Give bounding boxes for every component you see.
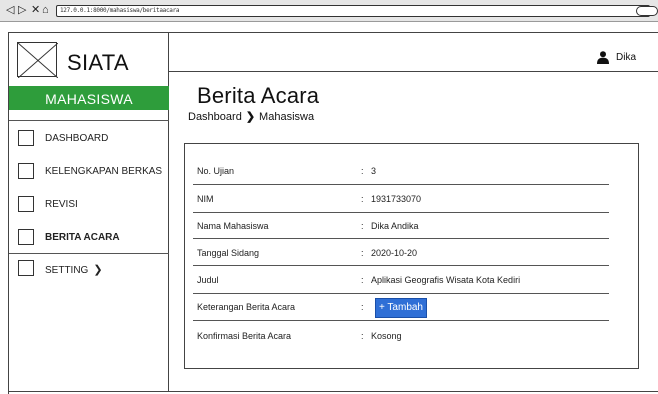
detail-value: Aplikasi Geografis Wisata Kota Kediri: [371, 275, 521, 285]
checkbox-icon: [18, 130, 34, 146]
sidebar-item-label: REVISI: [45, 199, 78, 210]
header-divider: [169, 71, 658, 72]
checkbox-icon: [18, 260, 34, 276]
add-berita-acara-button[interactable]: + Tambah: [375, 298, 427, 318]
detail-value: Dika Andika: [371, 221, 419, 231]
detail-label: Nama Mahasiswa: [197, 221, 269, 231]
sidebar-item-revisi[interactable]: REVISI: [18, 196, 168, 214]
row-divider: [193, 184, 609, 185]
detail-label: Keterangan Berita Acara: [197, 302, 296, 312]
forward-icon[interactable]: ▷: [18, 3, 26, 17]
detail-value: Kosong: [371, 331, 402, 341]
detail-colon: :: [361, 221, 364, 231]
home-icon[interactable]: ⌂: [42, 3, 49, 17]
sidebar-item-label: BERITA ACARA: [45, 232, 120, 243]
role-label: MAHASISWA: [45, 91, 133, 107]
detail-colon: :: [361, 302, 364, 312]
detail-value: 2020-10-20: [371, 248, 418, 258]
detail-value: 3: [371, 166, 377, 176]
window-bottom-edge: [8, 391, 658, 392]
detail-label: NIM: [197, 194, 214, 204]
row-divider: [193, 320, 609, 321]
app-title: SIATA: [67, 50, 129, 75]
address-bar[interactable]: 127.0.0.1:8000/mahasiswa/beritaacara: [56, 5, 650, 17]
detail-label: Judul: [197, 275, 219, 285]
detail-colon: :: [361, 275, 364, 285]
back-icon[interactable]: ◁: [6, 3, 14, 17]
detail-label: No. Ujian: [197, 166, 235, 176]
logo-placeholder-image: [17, 42, 58, 78]
user-icon[interactable]: [597, 51, 609, 64]
sidebar-item-berita-acara[interactable]: BERITA ACARA: [18, 229, 168, 247]
breadcrumb: Dashboard ❯ Mahasiswa: [188, 110, 314, 123]
sidebar-item-label: SETTING ❯: [45, 264, 103, 276]
sidebar-divider: [9, 120, 169, 121]
row-divider: [193, 293, 609, 294]
breadcrumb-parent[interactable]: Dashboard: [188, 111, 242, 123]
row-divider: [193, 238, 609, 239]
browser-toolbar: ◁ ▷ ✕ ⌂ 127.0.0.1:8000/mahasiswa/beritaa…: [0, 0, 658, 22]
user-name[interactable]: Dika: [616, 52, 636, 63]
role-banner: MAHASISWA: [9, 86, 169, 110]
sidebar-item-label: DASHBOARD: [45, 133, 109, 144]
detail-colon: :: [361, 248, 364, 258]
detail-label: Konfirmasi Berita Acara: [197, 331, 292, 341]
address-text: 127.0.0.1:8000/mahasiswa/beritaacara: [60, 7, 180, 14]
breadcrumb-current: Mahasiswa: [259, 111, 315, 123]
detail-colon: :: [361, 331, 364, 341]
detail-value: 1931733070: [371, 194, 422, 204]
checkbox-icon: [18, 196, 34, 212]
detail-colon: :: [361, 166, 364, 176]
checkbox-icon: [18, 229, 34, 245]
sidebar-divider: [9, 253, 169, 254]
row-divider: [193, 265, 609, 266]
close-icon[interactable]: ✕: [31, 3, 40, 17]
image-placeholder-icon: [18, 43, 58, 78]
sidebar-item-label: KELENGKAPAN BERKAS: [45, 166, 163, 177]
breadcrumb-separator-icon: ❯: [245, 111, 256, 123]
detail-label: Tanggal Sidang: [197, 248, 260, 258]
page-title: Berita Acara: [197, 83, 320, 108]
sidebar-item-dashboard[interactable]: DASHBOARD: [18, 130, 168, 148]
checkbox-icon: [18, 163, 34, 179]
chevron-right-icon: ❯: [93, 264, 103, 276]
row-divider: [193, 212, 609, 213]
sidebar-item-kelengkapan-berkas[interactable]: KELENGKAPAN BERKAS: [18, 163, 168, 181]
search-pill[interactable]: [636, 6, 658, 16]
detail-colon: :: [361, 194, 364, 204]
sidebar-item-setting[interactable]: SETTING ❯: [18, 260, 168, 278]
